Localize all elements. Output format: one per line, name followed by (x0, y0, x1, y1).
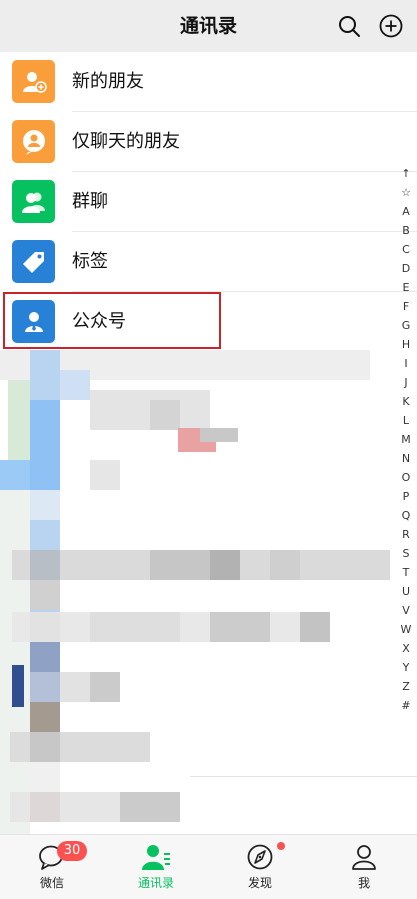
index-letter[interactable]: W (395, 620, 417, 639)
compass-icon (247, 844, 273, 870)
list-item-new-friends[interactable]: 新的朋友 (0, 52, 417, 112)
index-letter[interactable]: Z (395, 677, 417, 696)
index-letter[interactable]: I (395, 354, 417, 373)
index-letter[interactable]: U (395, 582, 417, 601)
tab-chats[interactable]: 30 微信 (0, 835, 104, 899)
index-letter[interactable]: C (395, 240, 417, 259)
index-letter[interactable]: J (395, 373, 417, 392)
index-letter[interactable]: V (395, 601, 417, 620)
tab-discover[interactable]: 发现 (208, 835, 312, 899)
list-item-label: 公众号 (72, 311, 126, 332)
index-letter[interactable]: D (395, 259, 417, 278)
contacts-icon (142, 845, 170, 870)
pixelated-contact-list (0, 350, 417, 834)
list-item-group-chats[interactable]: 群聊 (0, 172, 417, 232)
list-item-label: 群聊 (72, 191, 108, 212)
tab-label: 通讯录 (137, 876, 174, 890)
index-letter[interactable]: P (395, 487, 417, 506)
contacts-function-list: 新的朋友 仅聊天的朋友 群聊 标签 公众号 (0, 52, 417, 352)
notification-dot (277, 842, 285, 850)
tag-icon (12, 240, 55, 283)
index-letter[interactable]: ☆ (395, 183, 417, 202)
index-letter[interactable]: M (395, 430, 417, 449)
tab-label: 我 (357, 876, 370, 890)
index-letter[interactable]: E (395, 278, 417, 297)
index-letter[interactable]: B (395, 221, 417, 240)
chat-only-friend-icon (12, 120, 55, 163)
index-letter[interactable]: R (395, 525, 417, 544)
index-letter[interactable]: F (395, 297, 417, 316)
index-letter[interactable]: S (395, 544, 417, 563)
bottom-tab-bar: 30 微信 通讯录 发现 我 (0, 834, 417, 899)
index-letter[interactable]: O (395, 468, 417, 487)
tab-label: 发现 (247, 876, 272, 890)
unread-badge: 30 (57, 841, 87, 861)
person-icon (352, 845, 376, 870)
official-account-icon (12, 300, 55, 343)
list-item-label: 新的朋友 (72, 71, 144, 92)
index-letter[interactable]: H (395, 335, 417, 354)
index-letter[interactable]: A (395, 202, 417, 221)
index-letter[interactable]: T (395, 563, 417, 582)
index-letter[interactable]: N (395, 449, 417, 468)
list-item-tags[interactable]: 标签 (0, 232, 417, 292)
top-bar: 通讯录 (0, 0, 417, 52)
list-item-official-accounts[interactable]: 公众号 (0, 292, 417, 352)
alphabet-index-bar[interactable]: ↑ ☆ A B C D E F G H I J K L M N O P Q R S T U V W X Y Z # (395, 164, 417, 715)
tab-label: 微信 (39, 876, 64, 890)
add-icon[interactable] (379, 14, 403, 38)
index-letter[interactable]: ↑ (395, 164, 417, 183)
index-letter[interactable]: K (395, 392, 417, 411)
list-item-label: 标签 (72, 251, 108, 272)
index-letter[interactable]: X (395, 639, 417, 658)
list-item-label: 仅聊天的朋友 (72, 131, 180, 152)
index-letter[interactable]: Q (395, 506, 417, 525)
tab-contacts[interactable]: 通讯录 (104, 835, 208, 899)
search-icon[interactable] (337, 14, 361, 38)
index-letter[interactable]: L (395, 411, 417, 430)
index-letter[interactable]: G (395, 316, 417, 335)
list-item-chat-only-friends[interactable]: 仅聊天的朋友 (0, 112, 417, 172)
tab-me[interactable]: 我 (312, 835, 416, 899)
add-friend-icon (12, 60, 55, 103)
index-letter[interactable]: Y (395, 658, 417, 677)
index-letter[interactable]: # (395, 696, 417, 715)
group-chat-icon (12, 180, 55, 223)
